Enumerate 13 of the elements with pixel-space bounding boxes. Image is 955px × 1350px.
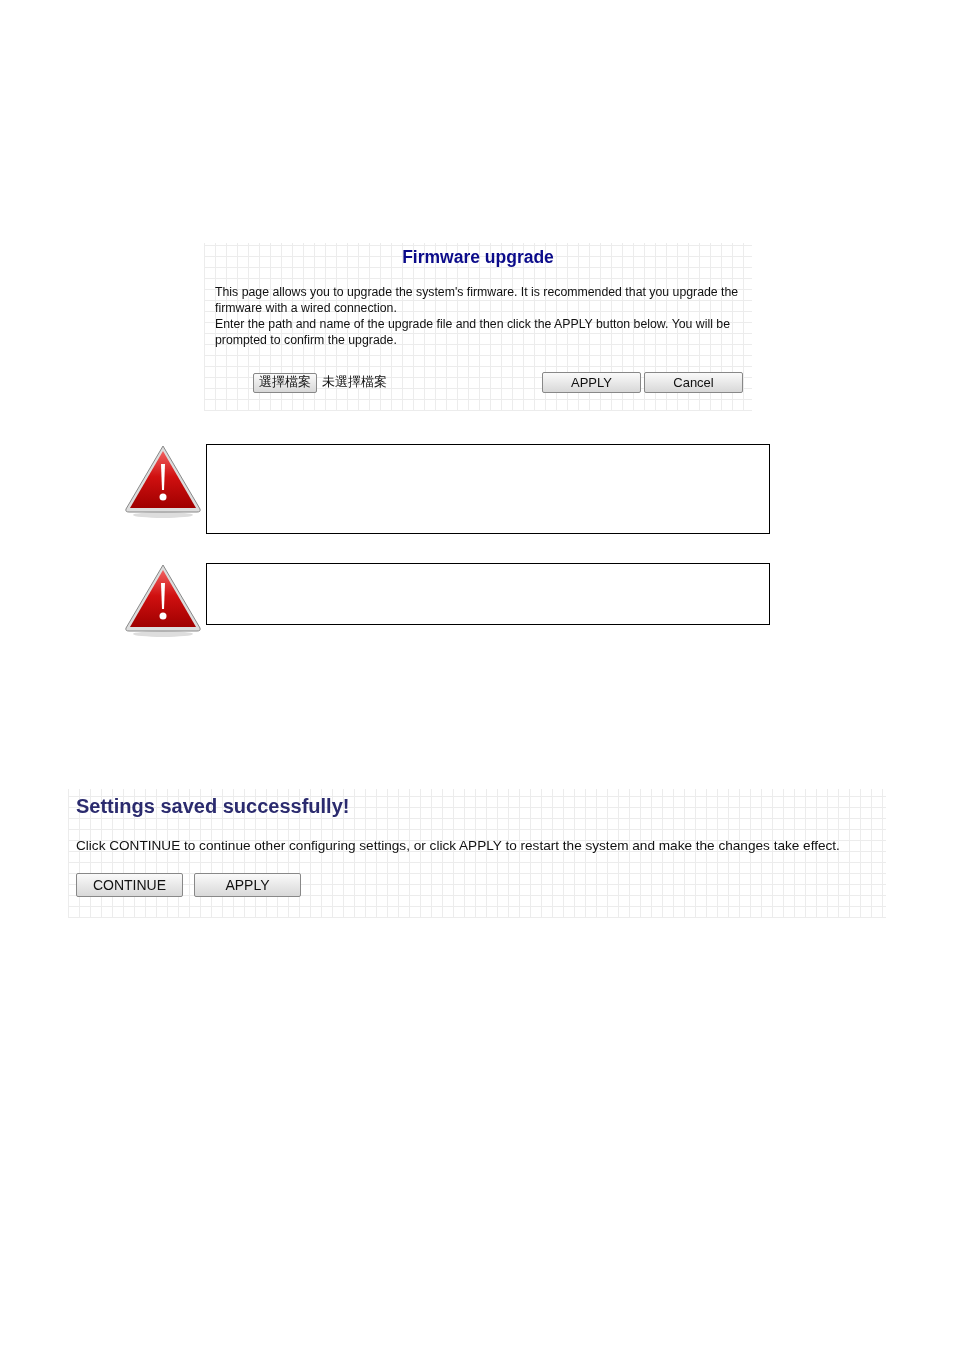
apply-button[interactable]: APPLY: [542, 372, 641, 393]
warning-icon: [125, 563, 201, 639]
continue-button[interactable]: CONTINUE: [76, 873, 183, 897]
description-text: Enter the path and name of the upgrade file and then click the APPLY button below. You will be prompted to confirm the upgrade.: [215, 316, 731, 348]
cancel-button[interactable]: Cancel: [644, 372, 743, 393]
panel-title: Firmware upgrade: [401, 247, 555, 268]
choose-file-button[interactable]: 選擇檔案: [253, 372, 317, 393]
warning-icon: [125, 444, 201, 520]
apply-button[interactable]: APPLY: [194, 873, 301, 897]
panel-title: Settings saved successfully!: [76, 795, 351, 818]
file-status-text: 未選擇檔案: [322, 374, 387, 391]
description-text: This page allows you to upgrade the system's firmware. It is recommended that you upgrade the firmware with a wired connection.: [215, 284, 740, 316]
message-text: Click CONTINUE to continue other configuring settings, or click APPLY to restart the system and make the changes take effect.: [76, 838, 841, 853]
